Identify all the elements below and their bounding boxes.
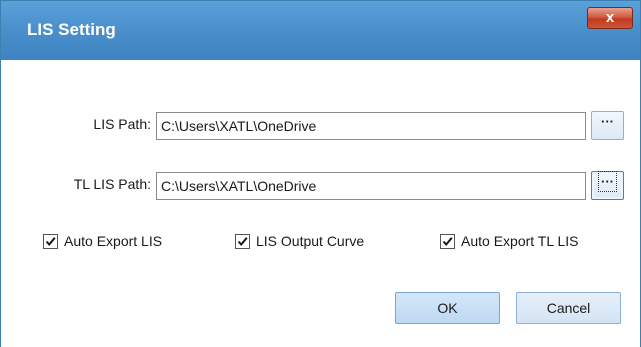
close-icon: x — [605, 9, 615, 26]
dialog-title: LIS Setting — [27, 20, 116, 39]
lis-output-curve-checkbox[interactable] — [235, 233, 250, 249]
lis-path-browse-button[interactable]: ··· — [591, 111, 624, 140]
close-button[interactable]: x — [587, 7, 633, 29]
lis-path-input[interactable] — [156, 112, 586, 140]
option-auto-export-lis[interactable]: Auto Export LIS — [43, 231, 162, 251]
option-auto-export-tl-lis[interactable]: Auto Export TL LIS — [440, 231, 579, 251]
ok-button[interactable]: OK — [395, 292, 500, 324]
ellipsis-icon: ··· — [601, 114, 614, 129]
title-bar[interactable]: LIS Setting x — [1, 1, 640, 60]
checkmark-icon — [45, 236, 56, 246]
option-lis-output-curve[interactable]: LIS Output Curve — [235, 231, 364, 251]
ellipsis-icon: ··· — [598, 171, 617, 192]
auto-export-lis-label: Auto Export LIS — [64, 233, 163, 249]
auto-export-lis-checkbox[interactable] — [43, 233, 58, 249]
cancel-button[interactable]: Cancel — [516, 292, 621, 324]
checkmark-icon — [237, 236, 248, 246]
checkmark-icon — [442, 236, 453, 246]
auto-export-tl-lis-label: Auto Export TL LIS — [461, 233, 579, 249]
tl-lis-path-input[interactable] — [156, 172, 586, 200]
auto-export-tl-lis-checkbox[interactable] — [440, 233, 455, 249]
lis-path-label: LIS Path: — [93, 116, 151, 132]
lis-setting-dialog: LIS Setting x LIS Path: ··· TL LIS Path:… — [0, 0, 641, 347]
lis-output-curve-label: LIS Output Curve — [256, 233, 365, 249]
tl-lis-path-browse-button[interactable]: ··· — [591, 171, 624, 200]
tl-lis-path-label: TL LIS Path: — [73, 176, 151, 192]
